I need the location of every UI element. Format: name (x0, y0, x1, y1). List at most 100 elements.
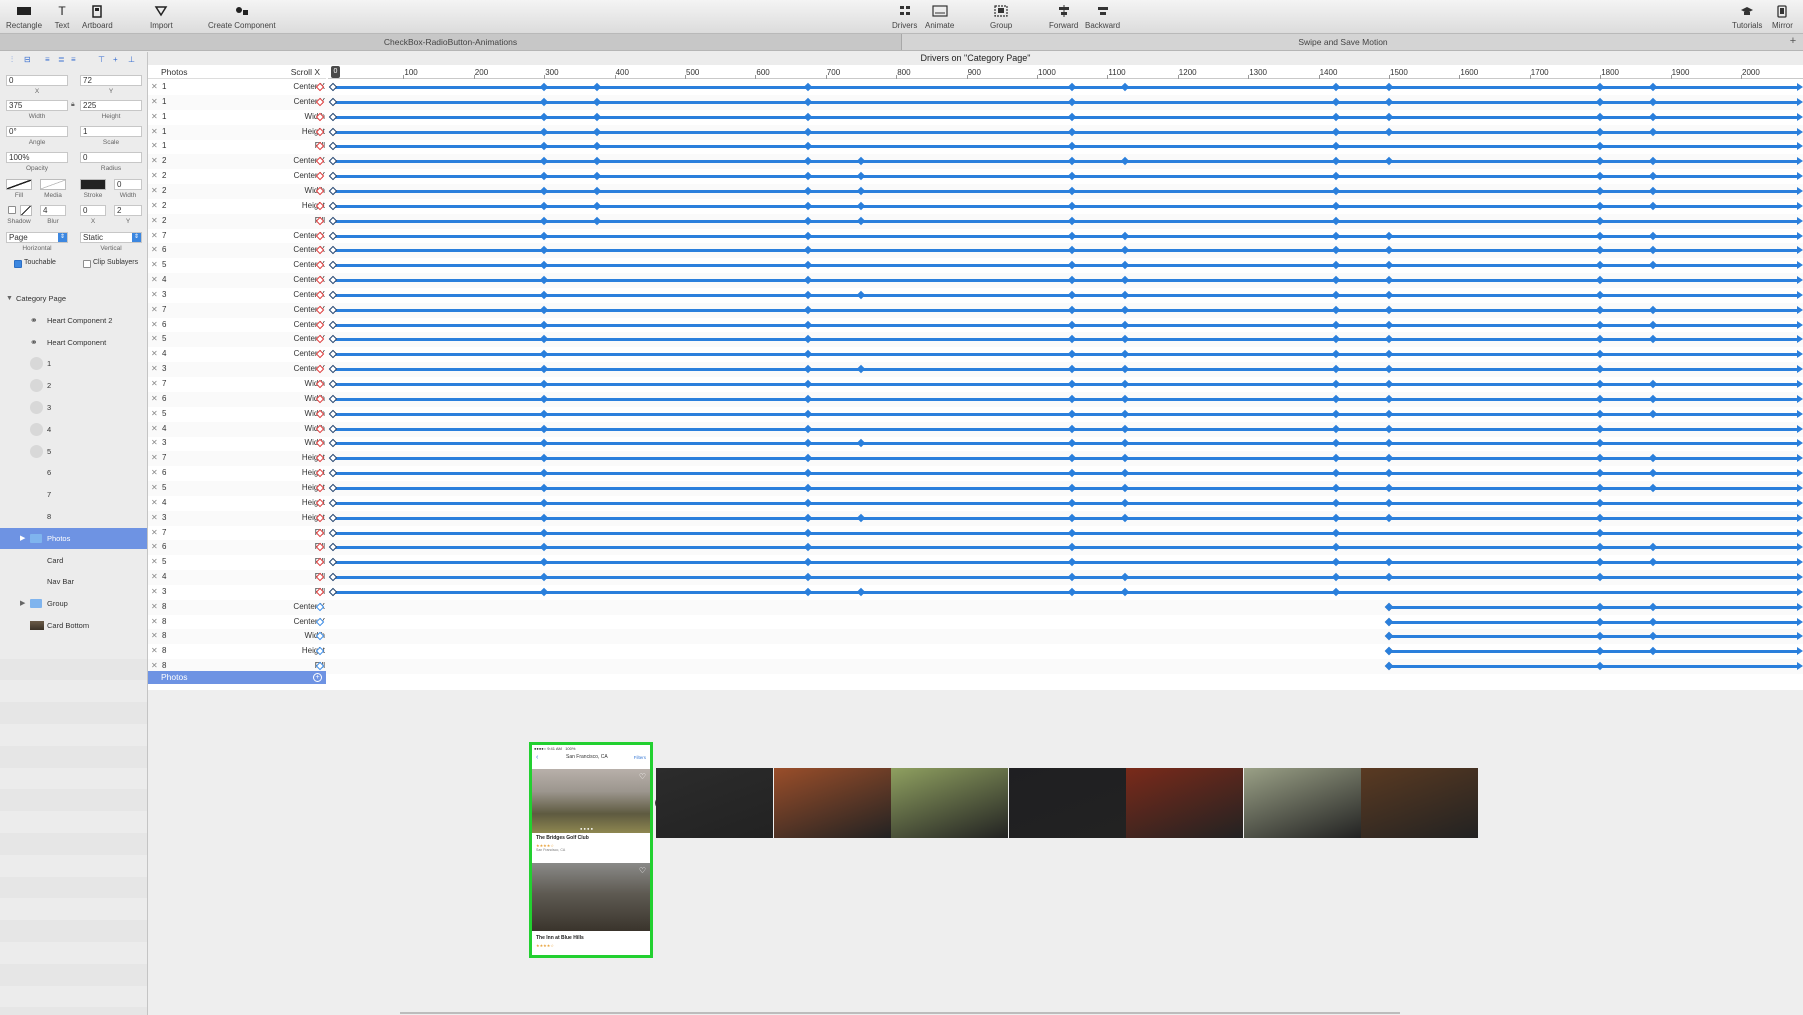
driver-row[interactable]: ✕ 4 Center Y (148, 347, 1803, 362)
driver-row[interactable]: ✕ 8 Center Y (148, 615, 1803, 630)
keyframe[interactable] (803, 290, 813, 300)
keyframe[interactable] (1331, 587, 1341, 597)
keyframe[interactable] (539, 335, 549, 344)
keyframe[interactable] (1120, 513, 1130, 522)
keyframe[interactable] (539, 216, 549, 225)
keyframe[interactable] (1648, 260, 1658, 270)
keyframe[interactable] (1331, 231, 1341, 240)
driver-track[interactable] (333, 249, 1799, 253)
driver-row[interactable]: ✕ 4 Center X (148, 273, 1803, 289)
heart-icon[interactable]: ♡ (639, 772, 646, 781)
keyframe[interactable] (1067, 186, 1077, 196)
keyframe-start[interactable] (328, 246, 338, 255)
driver-row[interactable]: ✕ 2 Height (148, 199, 1803, 214)
remove-driver-icon[interactable]: ✕ (151, 201, 158, 210)
keyframe[interactable] (1331, 528, 1341, 537)
keyframe[interactable] (1120, 320, 1130, 329)
keyframe[interactable] (592, 171, 602, 181)
disclosure-closed-icon[interactable]: ▶ (20, 593, 25, 614)
keyframe[interactable] (1384, 231, 1394, 240)
keyframe[interactable] (1384, 513, 1394, 522)
driver-row[interactable]: ✕ 1 Center X (148, 80, 1803, 95)
keyframe[interactable] (803, 587, 813, 597)
driver-track[interactable] (333, 204, 1799, 208)
driver-row[interactable]: ✕8Fill (148, 659, 1803, 675)
stroke-width-field[interactable]: 0 (114, 179, 142, 190)
distribute-v-icon[interactable]: ≡ (71, 55, 76, 64)
keyframe[interactable] (1384, 498, 1394, 508)
keyframe-start[interactable] (328, 543, 338, 552)
driver-row[interactable]: ✕2Width (148, 183, 1803, 199)
keyframe[interactable] (1384, 350, 1394, 359)
keyframe[interactable] (1595, 186, 1605, 196)
keyframe[interactable] (1648, 454, 1658, 463)
keyframe-start[interactable] (328, 201, 338, 211)
layer-item[interactable]: ▶ Group (0, 593, 147, 614)
remove-driver-icon[interactable]: ✕ (151, 631, 158, 640)
keyframe[interactable] (1595, 201, 1605, 211)
keyframe[interactable] (1120, 587, 1130, 597)
keyframe[interactable] (1331, 275, 1341, 285)
keyframe[interactable] (803, 468, 813, 478)
keyframe[interactable] (1595, 364, 1605, 374)
keyframe[interactable] (1595, 290, 1605, 300)
keyframe-start[interactable] (328, 305, 338, 314)
driver-track[interactable] (333, 308, 1799, 312)
keyframe-start[interactable] (328, 587, 338, 597)
keyframe[interactable] (1331, 572, 1341, 582)
keyframe[interactable] (1384, 424, 1394, 433)
keyframe[interactable] (1648, 632, 1658, 641)
keyframe[interactable] (592, 157, 602, 166)
keyframe[interactable] (803, 528, 813, 537)
driver-row[interactable]: ✕ 2 Center X (148, 154, 1803, 170)
keyframe[interactable] (539, 468, 549, 478)
vertical-select[interactable]: Static ⇕ (80, 232, 142, 243)
keyframe-start[interactable] (328, 260, 338, 270)
keyframe[interactable] (803, 112, 813, 121)
keyframe[interactable] (1384, 290, 1394, 300)
keyframe[interactable] (539, 483, 549, 493)
keyframe[interactable] (803, 557, 813, 567)
distribute-h-icon[interactable]: ≣ (58, 55, 65, 64)
layer-item[interactable]: 8 (0, 506, 147, 527)
keyframe[interactable] (1067, 394, 1077, 404)
keyframe[interactable] (539, 557, 549, 567)
keyframe[interactable] (803, 231, 813, 240)
keyframe[interactable] (1120, 483, 1130, 493)
keyframe[interactable] (539, 290, 549, 300)
keyframe[interactable] (1384, 97, 1394, 107)
driver-row[interactable]: ✕ 8 Height (148, 644, 1803, 659)
driver-track[interactable] (333, 293, 1799, 297)
remove-driver-icon[interactable]: ✕ (151, 349, 158, 358)
keyframe-start[interactable] (328, 439, 338, 448)
align-bottom-icon[interactable]: ⊥ (128, 55, 135, 64)
keyframe[interactable] (856, 290, 866, 300)
remove-driver-icon[interactable]: ✕ (151, 231, 158, 240)
keyframe[interactable] (1595, 617, 1605, 626)
driver-track[interactable] (333, 160, 1799, 164)
keyframe[interactable] (1384, 483, 1394, 493)
driver-track[interactable] (1389, 650, 1799, 654)
driver-row[interactable]: ✕ 7 Center Y (148, 302, 1803, 318)
keyframe[interactable] (539, 186, 549, 196)
heart-icon[interactable]: ♡ (639, 866, 646, 875)
keyframe[interactable] (1067, 127, 1077, 136)
keyframe[interactable] (1595, 424, 1605, 433)
keyframe[interactable] (1595, 661, 1605, 671)
keyframe[interactable] (1067, 379, 1077, 389)
driver-row[interactable]: ✕4Fill (148, 570, 1803, 586)
keyframe-start[interactable] (328, 112, 338, 121)
keyframe[interactable] (1331, 379, 1341, 389)
keyframe[interactable] (1120, 364, 1130, 374)
keyframe-start[interactable] (328, 483, 338, 493)
driver-track[interactable] (333, 264, 1799, 268)
keyframe[interactable] (1067, 201, 1077, 211)
keyframe[interactable] (1331, 394, 1341, 404)
keyframe[interactable] (1067, 528, 1077, 537)
remove-driver-icon[interactable]: ✕ (151, 646, 158, 655)
keyframe[interactable] (1120, 246, 1130, 255)
artboard-tool[interactable]: Artboard (82, 4, 113, 30)
keyframe[interactable] (1120, 335, 1130, 344)
keyframe[interactable] (803, 543, 813, 552)
keyframe[interactable] (803, 216, 813, 225)
